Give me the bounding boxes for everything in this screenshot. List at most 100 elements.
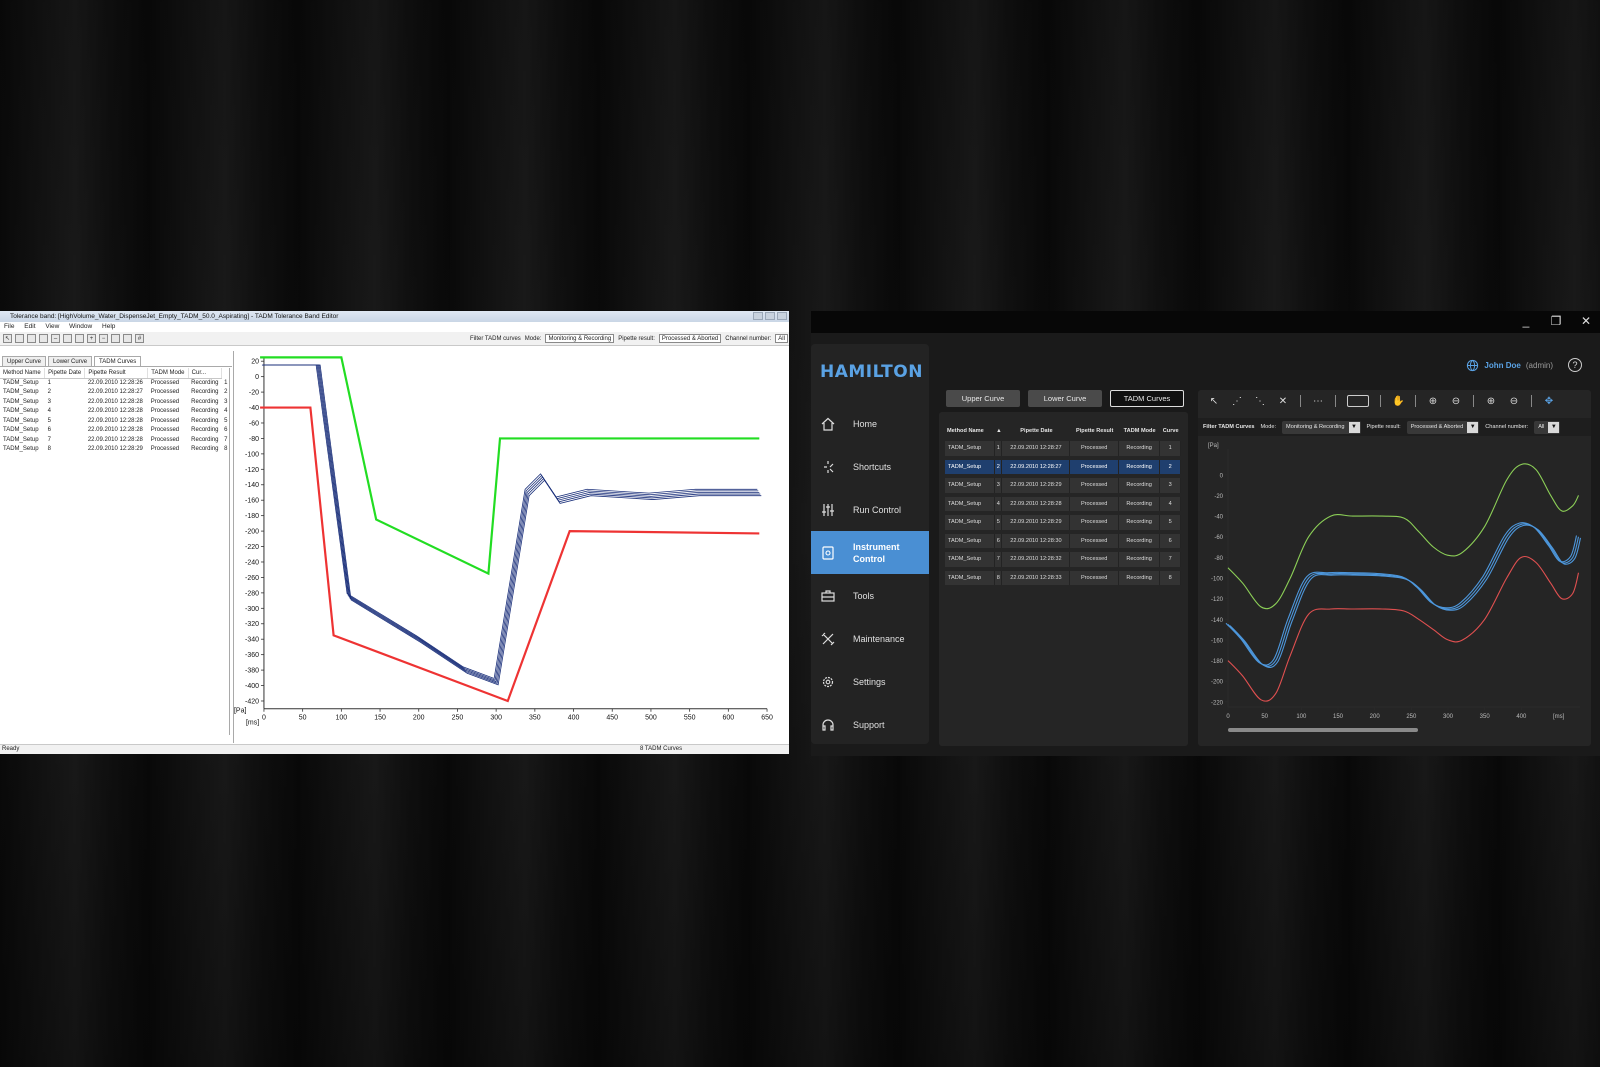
- horizontal-scrollbar[interactable]: [1228, 728, 1418, 732]
- col-tadm-mode[interactable]: TADM Mode: [147, 368, 189, 379]
- tab-tadm-curves[interactable]: TADM Curves: [1110, 390, 1184, 407]
- remove-point-icon[interactable]: ⊖: [1508, 396, 1520, 407]
- lower-band-icon[interactable]: [27, 334, 36, 343]
- legacy-pipette-select[interactable]: Processed & Aborted: [658, 334, 722, 343]
- table-row[interactable]: TADM_Setup 4 22.09.2010 12:28:28 Processed R…: [945, 496, 1181, 511]
- line-style-icon[interactable]: ⋯: [1312, 396, 1324, 407]
- close-icon[interactable]: ✕: [1580, 314, 1592, 328]
- col-pipette-date[interactable]: Pipette Date: [1002, 425, 1070, 437]
- col-pipette-result[interactable]: Pipette Result: [1070, 425, 1118, 437]
- table-row[interactable]: TADM_Setup 7 22.09.2010 12:28:28 Processed R…: [0, 435, 228, 445]
- pan-hand-icon[interactable]: ✋: [1392, 396, 1404, 407]
- legacy-maximize-button[interactable]: [765, 312, 775, 320]
- edit-lower-points-icon[interactable]: ⋱: [1254, 396, 1266, 407]
- minimize-icon[interactable]: _: [1520, 314, 1532, 328]
- col-curve[interactable]: Curve: [1160, 425, 1181, 437]
- sidebar-item-shortcuts[interactable]: Shortcuts: [811, 445, 929, 488]
- zoom-out-icon[interactable]: ⊖: [1450, 396, 1462, 407]
- sidebar-item-settings[interactable]: Settings: [811, 660, 929, 703]
- help-icon[interactable]: ?: [1568, 358, 1582, 372]
- pointer-icon[interactable]: ↖: [1208, 396, 1220, 407]
- tab-lower-curve[interactable]: Lower Curve: [1028, 390, 1102, 407]
- legacy-tab-tadm-curves[interactable]: TADM Curves: [94, 356, 142, 366]
- upper-band-icon[interactable]: [15, 334, 24, 343]
- series-line: [1225, 522, 1578, 666]
- legacy-tab-upper-curve[interactable]: Upper Curve: [2, 356, 47, 366]
- col-method-name[interactable]: Method Name: [945, 425, 995, 437]
- pointer-icon[interactable]: ↖: [3, 334, 12, 343]
- delete-points-icon[interactable]: ✕: [1277, 396, 1289, 407]
- table-row[interactable]: TADM_Setup 7 22.09.2010 12:28:32 Processed R…: [945, 552, 1181, 567]
- legacy-minimize-button[interactable]: [753, 312, 763, 320]
- edit-upper-points-icon[interactable]: ⋰: [1231, 396, 1243, 407]
- pan-icon[interactable]: [75, 334, 84, 343]
- legacy-tab-lower-curve[interactable]: Lower Curve: [48, 356, 93, 366]
- tadm-chart[interactable]: 0 -20 -40 -60 -80 -100 -120 -140 -160 -180 -200 -22…: [1198, 439, 1591, 746]
- delete-point-icon[interactable]: [39, 334, 48, 343]
- sort-asc-icon[interactable]: ▲: [995, 425, 1002, 437]
- tab-upper-curve[interactable]: Upper Curve: [946, 390, 1020, 407]
- pipette-result-dropdown[interactable]: Processed & Aborted ▼: [1406, 420, 1480, 434]
- chart-view-icon[interactable]: [1347, 395, 1369, 407]
- sidebar-item-maintenance[interactable]: Maintenance: [811, 617, 929, 660]
- cell-pipette-result: Processed: [1070, 478, 1119, 493]
- menu-file[interactable]: File: [4, 323, 14, 330]
- chart-icon[interactable]: [63, 334, 72, 343]
- globe-icon[interactable]: [1466, 359, 1479, 372]
- sidebar-item-support[interactable]: Support: [811, 703, 929, 746]
- cell-pipette-date: 22.09.2010 12:28:30: [1002, 533, 1071, 548]
- restore-icon[interactable]: ❐: [1550, 314, 1562, 328]
- legacy-tadm-chart[interactable]: 200-20-40-60-80-100-120-140-160-180-200-…: [233, 351, 789, 743]
- cell-pipette-date: 22.09.2010 12:28:28: [87, 427, 143, 434]
- table-row[interactable]: TADM_Setup 6 22.09.2010 12:28:30 Processed R…: [945, 533, 1181, 548]
- table-row[interactable]: TADM_Setup 3 22.09.2010 12:28:28 Processed R…: [0, 397, 228, 407]
- zoom-out-icon[interactable]: −: [99, 334, 108, 343]
- legacy-mode-select[interactable]: Monitoring & Recording: [545, 334, 615, 343]
- col-pipette-date[interactable]: Pipette Date: [44, 368, 86, 379]
- menu-window[interactable]: Window: [69, 323, 92, 330]
- move-icon[interactable]: ✥: [1543, 396, 1555, 407]
- sidebar-item-tools[interactable]: Tools: [811, 574, 929, 617]
- y-tick-label: -420: [245, 698, 259, 705]
- menu-view[interactable]: View: [45, 323, 59, 330]
- sidebar-item-run-control[interactable]: Run Control: [811, 488, 929, 531]
- table-row[interactable]: TADM_Setup 8 22.09.2010 12:28:29 Processed R…: [0, 445, 228, 455]
- sidebar-item-label: Run Control: [853, 504, 902, 515]
- sidebar-item-home[interactable]: Home: [811, 402, 929, 445]
- table-row[interactable]: TADM_Setup 6 22.09.2010 12:28:28 Processed R…: [0, 426, 228, 436]
- table-row[interactable]: TADM_Setup 3 22.09.2010 12:28:29 Processed R…: [945, 478, 1181, 493]
- table-row[interactable]: TADM_Setup 8 22.09.2010 12:28:33 Processed R…: [945, 570, 1181, 585]
- table-row[interactable]: TADM_Setup 2 22.09.2010 12:28:27 Processed R…: [945, 459, 1181, 474]
- add-icon[interactable]: [111, 334, 120, 343]
- menu-help[interactable]: Help: [102, 323, 115, 330]
- remove-icon[interactable]: [123, 334, 132, 343]
- col-pipette-result[interactable]: Pipette Result: [84, 368, 149, 379]
- table-row[interactable]: TADM_Setup 1 22.09.2010 12:28:27 Processed R…: [945, 441, 1181, 456]
- table-row[interactable]: TADM_Setup 1 22.09.2010 12:28:26 Processed R…: [0, 378, 228, 388]
- table-row[interactable]: TADM_Setup 5 22.09.2010 12:28:29 Processed R…: [945, 515, 1181, 530]
- col-curve[interactable]: Cur...: [188, 368, 222, 379]
- add-point-icon[interactable]: ⊕: [1485, 396, 1497, 407]
- x-axis-label: [ms]: [246, 720, 259, 727]
- pipette-result-label: Pipette result:: [1366, 424, 1401, 430]
- channel-number-dropdown[interactable]: All ▼: [1534, 420, 1561, 434]
- grid-icon[interactable]: #: [135, 334, 144, 343]
- cell-index: 6: [995, 533, 1003, 548]
- series-line: [1227, 523, 1580, 667]
- col-method-name[interactable]: Method Name: [0, 368, 46, 379]
- cell-pipette-date: 22.09.2010 12:28:29: [87, 446, 143, 453]
- table-row[interactable]: TADM_Setup 2 22.09.2010 12:28:27 Processed R…: [0, 388, 228, 398]
- legacy-close-button[interactable]: [777, 312, 787, 320]
- col-tadm-mode[interactable]: TADM Mode: [1119, 425, 1160, 437]
- zoom-in-icon[interactable]: +: [87, 334, 96, 343]
- user-name[interactable]: John Doe: [1484, 361, 1520, 370]
- sidebar-item-instrument-control[interactable]: Instrument Control: [811, 531, 929, 574]
- legacy-channel-select[interactable]: All: [775, 334, 788, 343]
- line-style-icon[interactable]: –: [51, 334, 60, 343]
- table-row[interactable]: TADM_Setup 5 22.09.2010 12:28:28 Processed R…: [0, 416, 228, 426]
- zoom-in-icon[interactable]: ⊕: [1427, 396, 1439, 407]
- y-tick-label: -200: [245, 529, 259, 536]
- mode-dropdown[interactable]: Monitoring & Recording ▼: [1282, 420, 1361, 434]
- menu-edit[interactable]: Edit: [24, 323, 35, 330]
- table-row[interactable]: TADM_Setup 4 22.09.2010 12:28:28 Processed R…: [0, 407, 228, 417]
